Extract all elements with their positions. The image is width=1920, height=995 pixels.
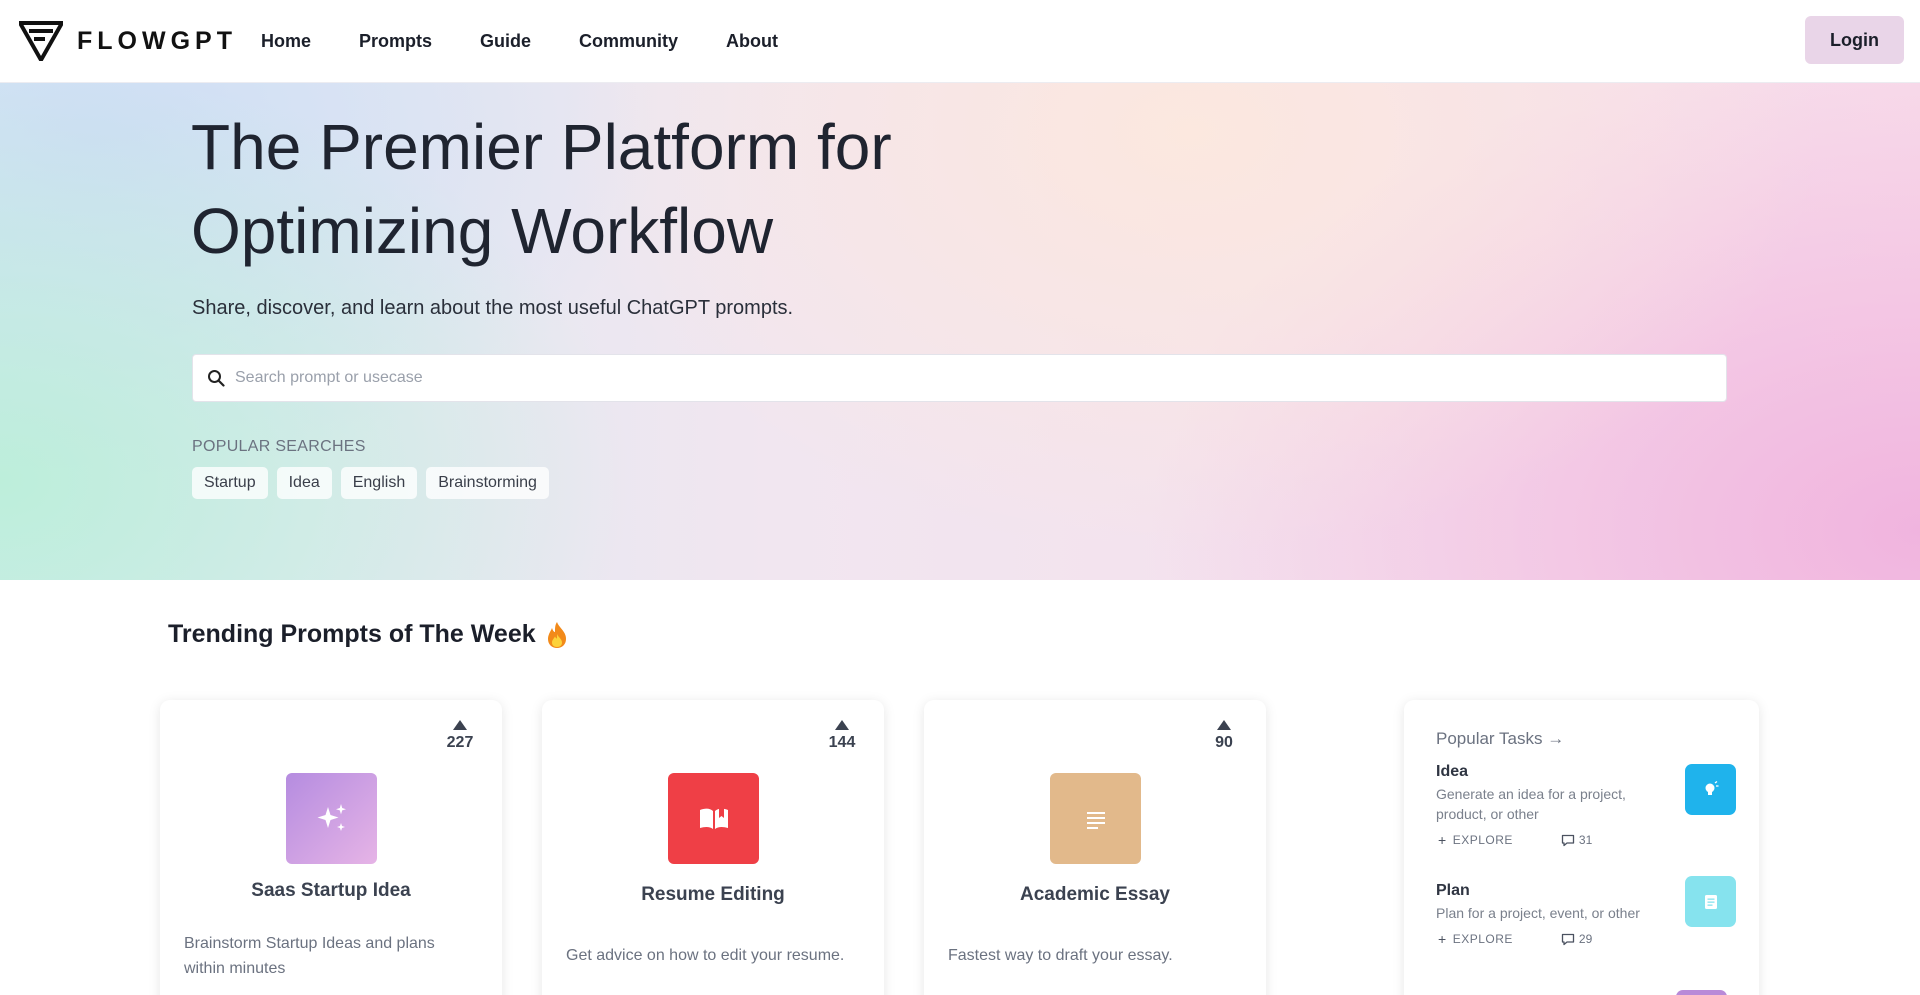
lightbulb-icon[interactable] [1685, 764, 1736, 815]
popular-searches: Startup Idea English Brainstorming [192, 467, 558, 499]
sparkles-icon [286, 773, 377, 864]
popular-tasks-link[interactable]: Popular Tasks → [1436, 729, 1564, 749]
upvote-button[interactable]: 144 [822, 720, 862, 752]
prompt-card-resume-editing[interactable]: 144 Resume Editing Get advice on how to … [542, 700, 884, 995]
comment-icon [1561, 933, 1575, 945]
hero-subtitle: Share, discover, and learn about the mos… [192, 297, 794, 319]
nav-about[interactable]: About [726, 31, 778, 52]
main-nav: Home Prompts Guide Community About [261, 31, 826, 52]
card-title: Academic Essay [1020, 884, 1170, 905]
popular-search-chip-english[interactable]: English [340, 467, 418, 499]
popular-searches-label: POPULAR SEARCHES [192, 438, 366, 455]
popular-tasks-heading: Popular Tasks [1436, 729, 1543, 748]
popular-search-chip-idea[interactable]: Idea [276, 467, 332, 499]
card-description: Get advice on how to edit your resume. [566, 947, 845, 964]
task-description: Plan for a project, event, or other [1436, 905, 1640, 921]
notepad-icon[interactable] [1685, 876, 1736, 927]
upvote-button[interactable]: 227 [440, 720, 480, 752]
prompt-card-academic-essay[interactable]: 90 Academic Essay Fastest way to draft y… [924, 700, 1266, 995]
document-lines-icon [1050, 773, 1141, 864]
nav-community[interactable]: Community [579, 31, 678, 52]
comment-count: 29 [1561, 932, 1592, 946]
login-button[interactable]: Login [1805, 16, 1904, 64]
nav-prompts[interactable]: Prompts [359, 31, 432, 52]
popular-tasks-panel: Popular Tasks → Idea Generate an idea fo… [1404, 700, 1759, 995]
plus-icon: + [1438, 832, 1447, 848]
upvote-arrow-icon [835, 720, 849, 730]
task-meta: + EXPLORE 31 [1436, 832, 1736, 848]
card-title: Saas Startup Idea [251, 880, 411, 901]
comment-count-value: 31 [1578, 833, 1593, 847]
explore-label: EXPLORE [1452, 833, 1513, 847]
task-meta: + EXPLORE 29 [1436, 931, 1736, 947]
brand[interactable]: FLOWGPT [19, 21, 237, 61]
vote-count: 227 [446, 734, 474, 751]
hero-title-line-1: The Premier Platform for [191, 111, 892, 183]
comment-icon [1561, 834, 1575, 846]
fire-icon [547, 621, 566, 648]
card-title: Resume Editing [641, 884, 785, 905]
top-navigation-bar: FLOWGPT Home Prompts Guide Community Abo… [0, 0, 1920, 83]
nav-home[interactable]: Home [261, 31, 311, 52]
brand-name: FLOWGPT [77, 26, 237, 55]
trending-title-text: Trending Prompts of The Week [168, 620, 536, 648]
trending-title: Trending Prompts of The Week [168, 620, 570, 649]
task-description: Generate an idea for a project, product,… [1436, 786, 1626, 822]
nav-guide[interactable]: Guide [480, 31, 531, 52]
search-input[interactable] [235, 369, 1715, 387]
flowgpt-logo-icon [19, 21, 63, 61]
comment-count-value: 29 [1578, 932, 1593, 946]
task-item-plan[interactable]: Plan Plan for a project, event, or other… [1436, 876, 1736, 947]
arrow-right-icon: → [1547, 729, 1565, 748]
search-icon [208, 370, 225, 387]
upvote-arrow-icon [453, 720, 467, 730]
explore-button[interactable]: + EXPLORE [1436, 931, 1513, 947]
upvote-arrow-icon [1217, 720, 1231, 730]
hero-section: The Premier Platform for Optimizing Work… [0, 83, 1920, 580]
popular-search-chip-brainstorming[interactable]: Brainstorming [426, 467, 549, 499]
task-item-idea[interactable]: Idea Generate an idea for a project, pro… [1436, 763, 1736, 848]
card-description: Fastest way to draft your essay. [948, 947, 1173, 964]
comment-count: 31 [1561, 833, 1592, 847]
prompt-card-saas-startup-idea[interactable]: 227 Saas Startup Idea Brainstorm Startup… [160, 700, 502, 995]
open-book-icon [668, 773, 759, 864]
vote-count: 90 [1215, 734, 1233, 751]
card-description: Brainstorm Startup Ideas and plans withi… [184, 935, 435, 977]
hero-title-line-2: Optimizing Workflow [191, 195, 774, 267]
search-bar[interactable] [192, 354, 1727, 402]
hero-title: The Premier Platform for Optimizing Work… [191, 105, 1091, 273]
plus-icon: + [1438, 931, 1447, 947]
upvote-button[interactable]: 90 [1204, 720, 1244, 752]
task-icon-partial [1676, 990, 1727, 995]
vote-count: 144 [828, 734, 856, 751]
popular-search-chip-startup[interactable]: Startup [192, 467, 268, 499]
explore-button[interactable]: + EXPLORE [1436, 832, 1513, 848]
explore-label: EXPLORE [1452, 932, 1513, 946]
